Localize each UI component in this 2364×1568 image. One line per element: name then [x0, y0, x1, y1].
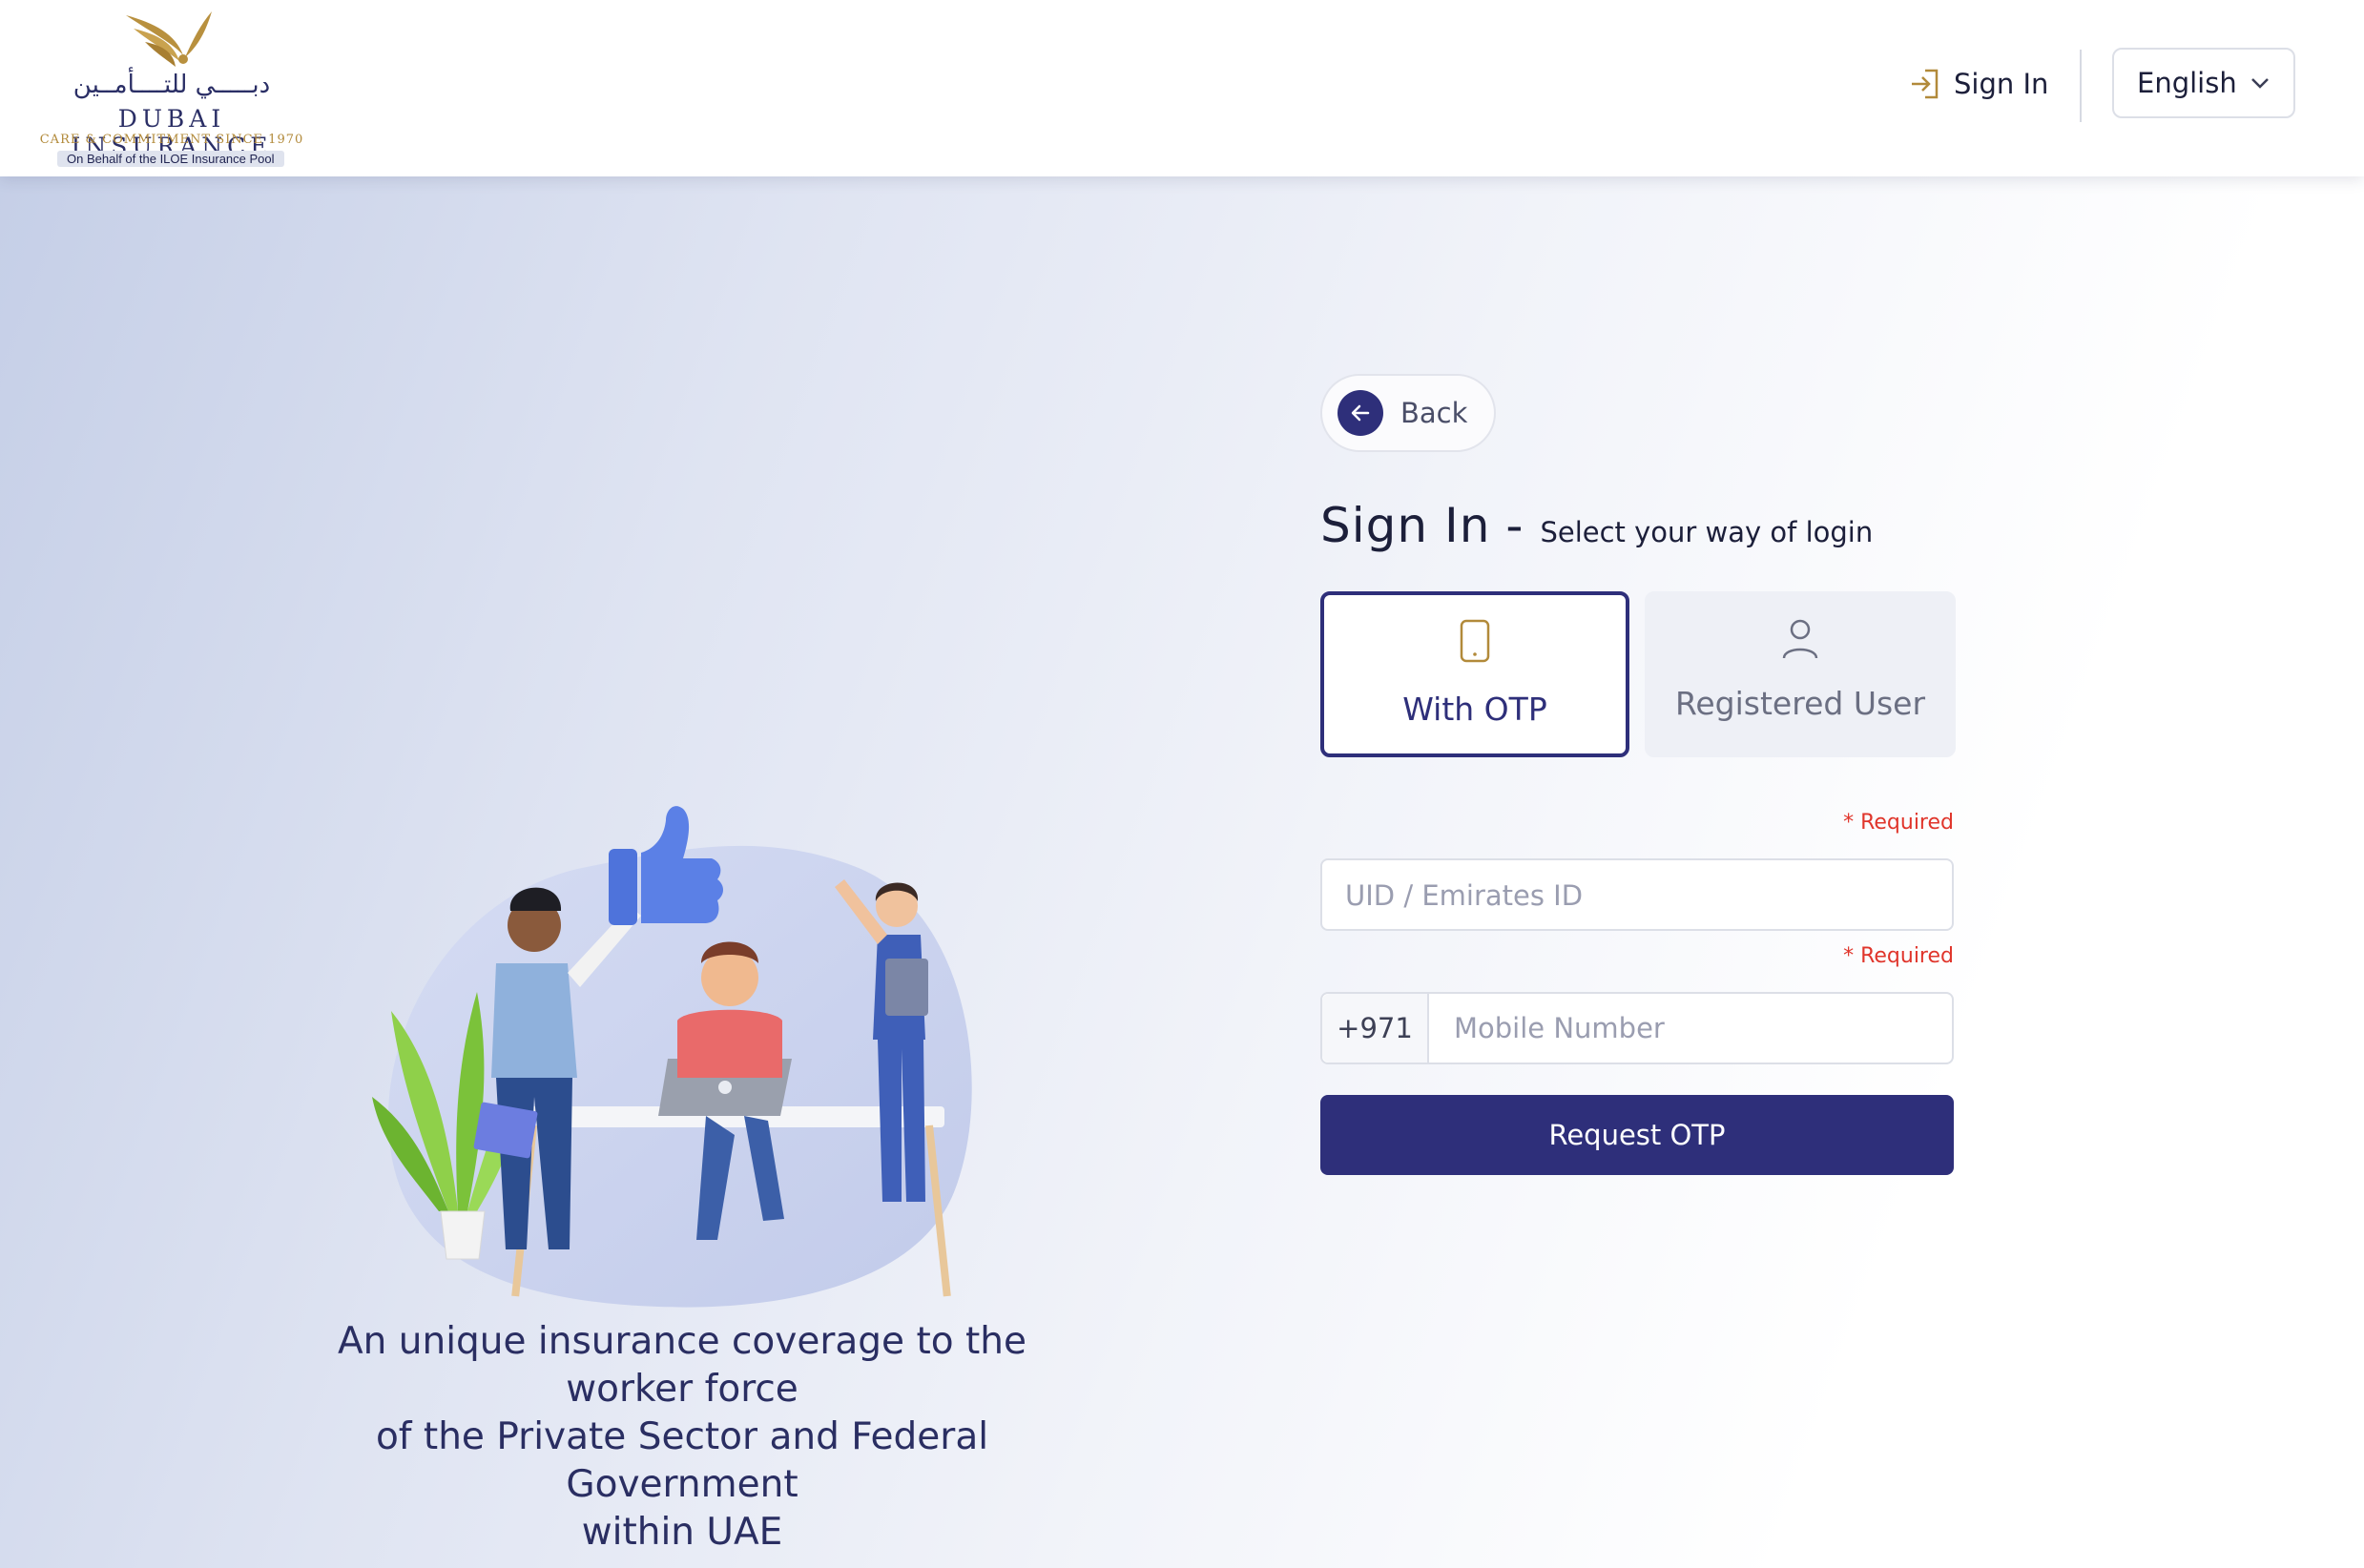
- login-option-registered-user[interactable]: Registered User: [1645, 591, 1956, 757]
- language-select[interactable]: English: [2112, 48, 2295, 118]
- header-signin-link[interactable]: Sign In: [1908, 63, 2048, 105]
- login-option-otp[interactable]: With OTP: [1320, 591, 1629, 757]
- uid-required-note: * Required: [1843, 811, 1954, 835]
- signin-title-dash: -: [1505, 498, 1524, 553]
- phone-icon: [1460, 619, 1490, 663]
- mobile-required-note: * Required: [1843, 944, 1954, 968]
- coverage-tagline: An unique insurance coverage to the work…: [315, 1318, 1049, 1557]
- tagline-line: An unique insurance coverage to the: [337, 1320, 1026, 1363]
- tagline-line: of the Private Sector and Federal: [375, 1415, 989, 1458]
- mobile-number-placeholder[interactable]: Mobile Number: [1454, 1012, 1665, 1044]
- logo-tagline: CARE & COMMITMENT SINCE 1970: [39, 133, 304, 147]
- team-illustration: [372, 806, 972, 1308]
- back-button[interactable]: Back: [1320, 374, 1496, 452]
- signin-subtitle: Select your way of login: [1540, 516, 1874, 548]
- signin-title: Sign In: [1320, 498, 1491, 553]
- dubai-insurance-logo[interactable]: دبـــــي للتــــأمــين DUBAI INSURANCE C…: [29, 6, 315, 173]
- top-header: دبـــــي للتــــأمــين DUBAI INSURANCE C…: [0, 0, 2364, 176]
- mobile-number-field[interactable]: +971 Mobile Number: [1320, 992, 1954, 1064]
- login-option-otp-label: With OTP: [1402, 691, 1547, 728]
- user-icon: [1782, 619, 1818, 659]
- tagline-line: within UAE: [581, 1511, 783, 1554]
- login-option-registered-label: Registered User: [1674, 685, 1926, 722]
- uid-placeholder: UID / Emirates ID: [1345, 879, 1584, 912]
- country-code-prefix: +971: [1322, 994, 1429, 1063]
- uid-emirates-id-input[interactable]: UID / Emirates ID: [1320, 858, 1954, 931]
- falcon-logo-icon: [126, 11, 212, 67]
- header-signin-label: Sign In: [1954, 68, 2049, 100]
- header-divider: [2080, 50, 2082, 122]
- sign-in-icon: [1912, 69, 1939, 99]
- request-otp-button[interactable]: Request OTP: [1320, 1095, 1954, 1175]
- logo-pool-badge: On Behalf of the ILOE Insurance Pool: [57, 151, 284, 167]
- language-label: English: [2137, 67, 2237, 99]
- signin-heading: Sign In - Select your way of login: [1320, 498, 1873, 565]
- tagline-line: Government: [566, 1463, 798, 1506]
- back-label: Back: [1400, 397, 1468, 429]
- logo-arabic-text: دبـــــي للتــــأمــين: [73, 71, 271, 99]
- chevron-down-icon: [2251, 78, 2269, 89]
- arrow-left-icon: [1338, 390, 1383, 436]
- tagline-line: worker force: [566, 1368, 798, 1411]
